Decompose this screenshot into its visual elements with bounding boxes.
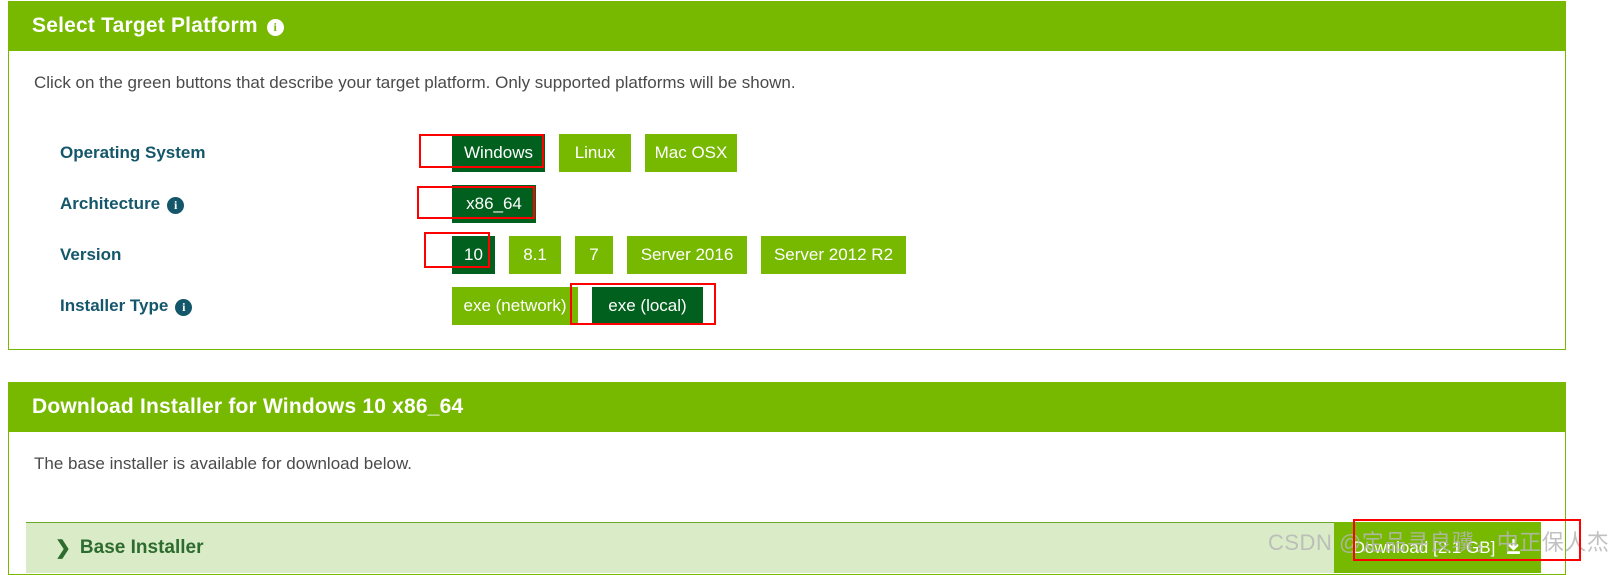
row-operating-system: Operating System Windows Linux Mac OSX bbox=[9, 134, 1565, 172]
download-button[interactable]: Download [2.1 GB] bbox=[1334, 522, 1541, 573]
select-target-platform-panel: Select Target Platform i Click on the gr… bbox=[8, 1, 1566, 350]
button-group-installer-type: exe (network) exe (local) bbox=[452, 287, 703, 325]
platform-button-server-2012-r2[interactable]: Server 2012 R2 bbox=[761, 236, 906, 274]
download-panel-header: Download Installer for Windows 10 x86_64 bbox=[8, 382, 1566, 432]
row-label-version: Version bbox=[60, 245, 122, 264]
platform-button-x86-64[interactable]: x86_64 bbox=[452, 185, 536, 223]
info-icon[interactable]: i bbox=[175, 298, 193, 316]
row-label-installer-type: Installer Type i bbox=[60, 287, 193, 325]
download-installer-panel: Download Installer for Windows 10 x86_64… bbox=[8, 382, 1566, 575]
button-group-architecture: x86_64 bbox=[452, 185, 536, 223]
platform-button-server-2016[interactable]: Server 2016 bbox=[627, 236, 747, 274]
row-label-operating-system: Operating System bbox=[60, 143, 206, 162]
platform-button-7[interactable]: 7 bbox=[575, 236, 613, 274]
chevron-right-icon[interactable]: ❯ bbox=[55, 539, 71, 558]
download-panel-body: The base installer is available for down… bbox=[9, 432, 1565, 573]
base-installer-bar[interactable]: ❯ Base Installer bbox=[26, 522, 1541, 573]
row-architecture: Architecture i x86_64 bbox=[9, 185, 1565, 223]
row-installer-type: Installer Type i exe (network) exe (loca… bbox=[9, 287, 1565, 325]
platform-button-8-1[interactable]: 8.1 bbox=[509, 236, 561, 274]
info-icon[interactable]: i bbox=[167, 196, 185, 214]
platform-button-exe-local[interactable]: exe (local) bbox=[592, 287, 703, 325]
platform-intro-text: Click on the green buttons that describe… bbox=[34, 73, 796, 92]
platform-button-10[interactable]: 10 bbox=[452, 236, 495, 274]
info-icon[interactable]: i bbox=[266, 18, 284, 36]
button-group-version: 10 8.1 7 Server 2016 Server 2012 R2 bbox=[452, 236, 906, 274]
page-root: Select Target Platform i Click on the gr… bbox=[0, 0, 1614, 575]
platform-button-windows[interactable]: Windows bbox=[452, 134, 545, 172]
row-label-architecture: Architecture i bbox=[60, 185, 185, 223]
page-title: Select Target Platform bbox=[32, 14, 258, 37]
download-button-label: Download [2.1 GB] bbox=[1352, 537, 1496, 557]
platform-panel-body: Click on the green buttons that describe… bbox=[9, 51, 1565, 348]
base-installer-label: Base Installer bbox=[79, 537, 204, 558]
button-group-operating-system: Windows Linux Mac OSX bbox=[452, 134, 737, 172]
download-intro-text: The base installer is available for down… bbox=[34, 454, 413, 473]
platform-button-exe-network[interactable]: exe (network) bbox=[452, 287, 578, 325]
download-icon bbox=[1505, 539, 1522, 556]
platform-button-mac-osx[interactable]: Mac OSX bbox=[645, 134, 737, 172]
row-version: Version 10 8.1 7 Server 2016 Server 2012… bbox=[9, 236, 1565, 274]
download-panel-title: Download Installer for Windows 10 x86_64 bbox=[32, 395, 464, 418]
platform-button-linux[interactable]: Linux bbox=[559, 134, 631, 172]
base-installer-label-group: ❯ Base Installer bbox=[26, 537, 204, 559]
platform-panel-header: Select Target Platform i bbox=[8, 1, 1566, 51]
